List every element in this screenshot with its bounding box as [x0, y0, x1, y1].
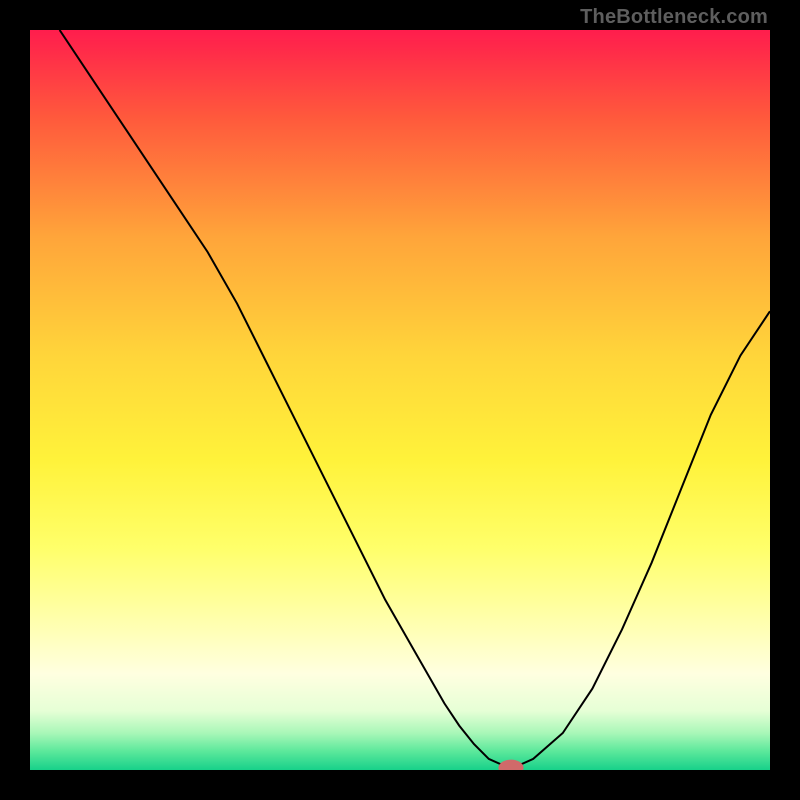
plot-svg [30, 30, 770, 770]
chart-container: TheBottleneck.com [0, 0, 800, 800]
plot-area [30, 30, 770, 770]
watermark-text: TheBottleneck.com [580, 6, 768, 29]
gradient-background [30, 30, 770, 770]
